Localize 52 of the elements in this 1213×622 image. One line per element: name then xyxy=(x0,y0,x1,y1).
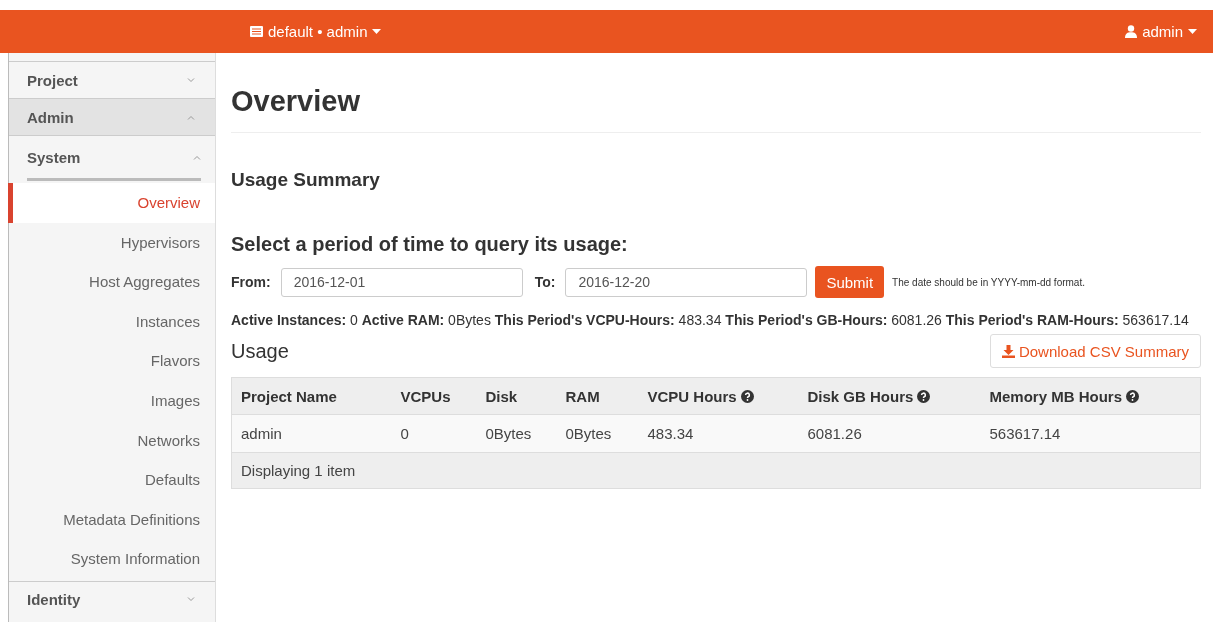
table-cell: admin xyxy=(231,414,392,453)
chevron-down-icon xyxy=(187,77,195,83)
submit-button[interactable]: Submit xyxy=(815,266,885,298)
nav-item[interactable]: Metadata Definitions xyxy=(8,499,215,540)
nav-item[interactable]: Images xyxy=(8,380,215,421)
to-date-field[interactable]: 2016-12-20 xyxy=(565,267,808,297)
download-icon xyxy=(1001,344,1015,358)
column-header: Disk xyxy=(476,377,557,415)
table-cell: 0Bytes xyxy=(476,414,557,453)
nav-section[interactable]: Admin xyxy=(9,98,215,135)
from-date-field[interactable]: 2016-12-01 xyxy=(280,267,523,297)
page-title: Overview xyxy=(231,53,1201,133)
table-cell: 563617.14 xyxy=(980,414,1201,453)
help-icon xyxy=(1126,389,1140,403)
chevron-up-icon xyxy=(187,114,195,120)
column-header: Project Name xyxy=(231,377,392,415)
table-cell: 483.34 xyxy=(638,414,799,453)
usage-stats: Active Instances: 0 Active RAM: 0Bytes This Period's VCPU-Hours: 483.34 This Period's GB-Hours: 6081.26 This Period's RAM-Hours: 563617.14 xyxy=(231,311,1190,330)
from-label: From: xyxy=(231,274,271,290)
user-icon xyxy=(1125,25,1138,38)
list-icon xyxy=(250,26,263,37)
table-cell: 0Bytes xyxy=(556,414,639,453)
nav-item[interactable]: Networks xyxy=(8,420,215,461)
table-footer: Displaying 1 item xyxy=(231,452,1201,489)
nav-item[interactable]: System Information xyxy=(8,539,215,579)
nav-item[interactable]: Instances xyxy=(8,301,215,342)
column-header: Disk GB Hours xyxy=(798,377,981,415)
column-header: VCPU Hours xyxy=(638,377,799,415)
caret-icon xyxy=(372,29,382,34)
nav-item[interactable]: Flavors xyxy=(8,341,215,381)
table-cell: 6081.26 xyxy=(798,414,981,453)
section-heading: Usage Summary xyxy=(231,169,381,191)
chevron-up-icon xyxy=(193,154,201,160)
nav-item[interactable]: Host Aggregates xyxy=(8,262,215,302)
section-heading: Select a period of time to query its usage: xyxy=(231,233,629,256)
chevron-down-icon xyxy=(187,597,195,603)
column-header: VCPUs xyxy=(391,377,477,415)
nav-item[interactable]: Defaults xyxy=(8,460,215,500)
nav-item[interactable]: Overview xyxy=(8,183,215,223)
table-cell: 0 xyxy=(391,414,477,453)
usage-heading: Usage xyxy=(231,339,289,363)
caret-icon xyxy=(1188,29,1197,34)
help-icon xyxy=(740,389,754,403)
help-icon xyxy=(917,389,931,403)
project-menu[interactable]: default • admin xyxy=(250,23,382,40)
column-header: Memory MB Hours xyxy=(980,377,1201,415)
date-format-hint: The date should be in YYYY-mm-dd format. xyxy=(892,276,1085,288)
column-header: RAM xyxy=(556,377,639,415)
user-menu[interactable]: admin xyxy=(1125,23,1197,40)
to-label: To: xyxy=(534,274,556,290)
nav-item[interactable]: Hypervisors xyxy=(8,222,215,263)
download-csv-button[interactable]: Download CSV Summary xyxy=(989,334,1201,368)
